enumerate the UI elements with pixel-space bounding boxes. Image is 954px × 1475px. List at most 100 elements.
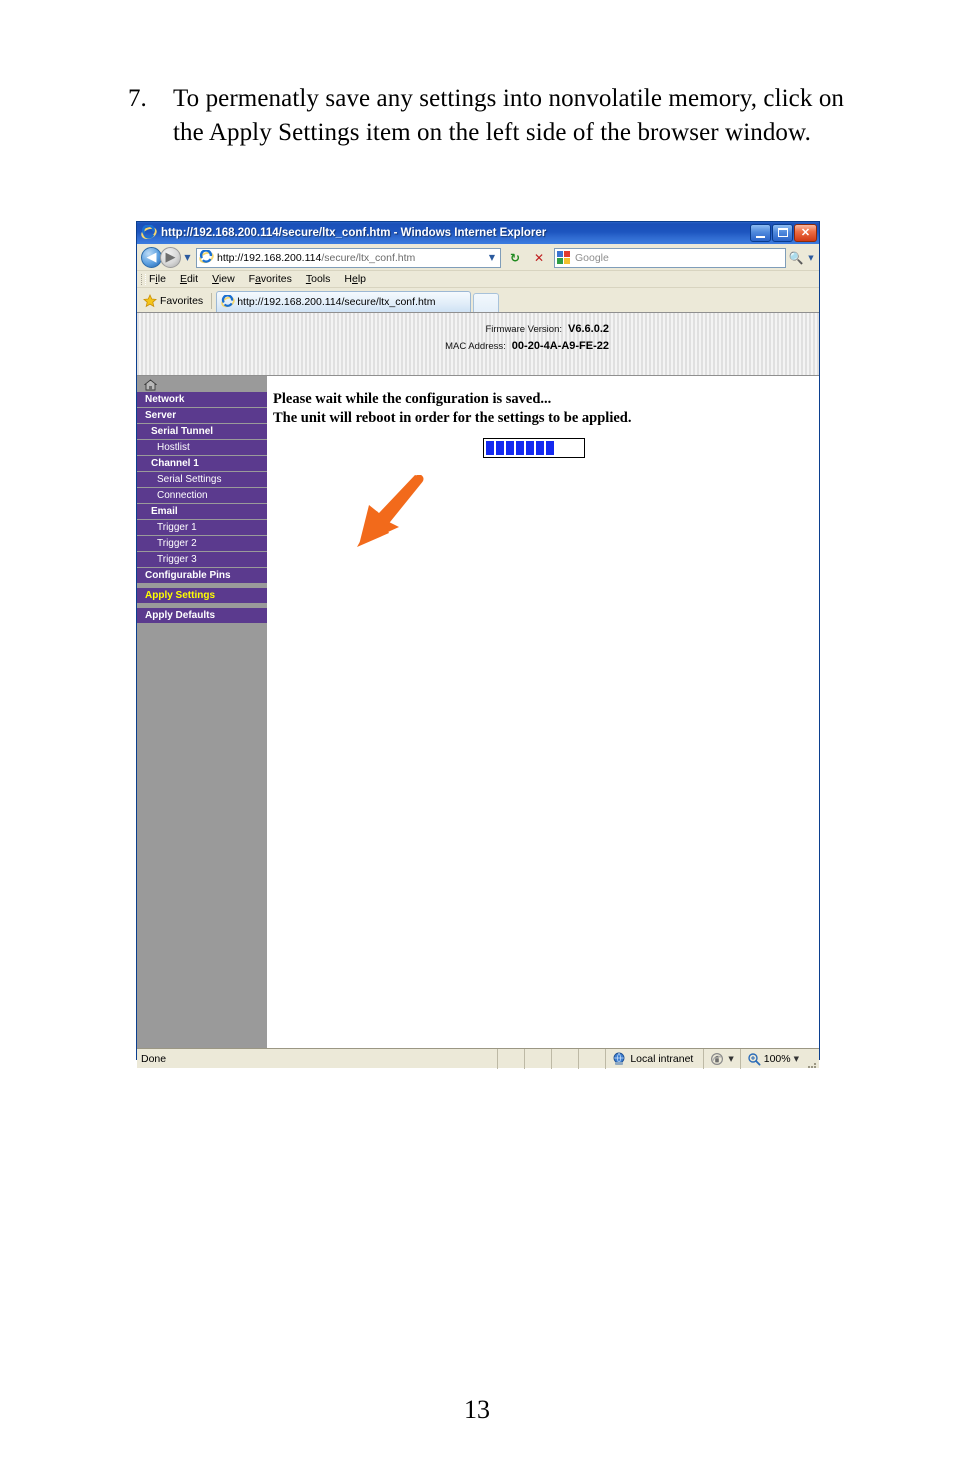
star-icon <box>143 293 157 308</box>
globe-icon <box>612 1052 626 1066</box>
maximize-button[interactable] <box>772 224 793 242</box>
progress-block <box>536 441 544 455</box>
progress-bar <box>483 438 585 458</box>
tab-label: http://192.168.200.114/secure/ltx_conf.h… <box>237 296 436 308</box>
search-input[interactable]: Google <box>554 247 786 268</box>
favorites-and-tab-bar: Favorites http://192.168.200.114/secure/… <box>137 288 819 312</box>
status-cell <box>578 1048 605 1069</box>
menu-item-view[interactable]: View <box>212 273 235 285</box>
progress-block <box>546 441 554 455</box>
sidebar-item-server[interactable]: Server <box>137 408 267 423</box>
zoom-indicator[interactable]: 100% ▼ <box>739 1048 805 1069</box>
address-input[interactable]: http://192.168.200.114/secure/ltx_conf.h… <box>196 247 501 268</box>
sidebar-item-label: Hostlist <box>157 442 190 453</box>
status-bar: Done Local intranet ▼ 100% ▼ <box>137 1048 819 1069</box>
sidebar-item-label: Trigger 2 <box>157 538 197 549</box>
progress-block <box>516 441 524 455</box>
menu-grip[interactable] <box>141 274 146 285</box>
sidebar-item-label: Serial Settings <box>157 474 222 485</box>
sidebar-item-label: Connection <box>157 490 208 501</box>
device-info-block: Firmware Version: V6.6.0.2 MAC Address: … <box>445 323 609 357</box>
device-header-band: Firmware Version: V6.6.0.2 MAC Address: … <box>137 313 819 376</box>
sidebar-item-channel-1[interactable]: Channel 1 <box>137 456 267 471</box>
google-icon <box>557 250 571 265</box>
status-cell <box>551 1048 578 1069</box>
chevron-down-icon[interactable]: ▼ <box>728 1055 733 1063</box>
chevron-down-icon[interactable]: ▼ <box>484 249 500 267</box>
zoom-level-label: 100% <box>763 1052 791 1065</box>
refresh-icon[interactable]: ↻ <box>504 247 526 269</box>
magnifier-icon[interactable]: 🔍 <box>786 248 806 268</box>
browser-tab[interactable]: http://192.168.200.114/secure/ltx_conf.h… <box>216 291 472 312</box>
chevron-down-icon[interactable]: ▼ <box>794 1055 799 1063</box>
mac-address-value: 00-20-4A-A9-FE-22 <box>511 340 609 352</box>
sidebar-item-label: Server <box>145 410 177 421</box>
favorites-button[interactable]: Favorites <box>143 291 211 310</box>
back-button[interactable]: ◀ <box>141 247 162 268</box>
progress-block <box>486 441 494 455</box>
page-viewport: Firmware Version: V6.6.0.2 MAC Address: … <box>137 312 819 1048</box>
internet-explorer-icon <box>199 249 214 265</box>
address-toolbar: ◀ ▶ ▼ http://192.168.200.114/secure/ltx_… <box>137 244 819 271</box>
favorites-label: Favorites <box>160 294 204 307</box>
sidebar-item-apply-settings[interactable]: Apply Settings <box>137 588 267 603</box>
menu-item-tools[interactable]: Tools <box>306 273 331 285</box>
home-icon <box>143 378 158 391</box>
menu-item-favorites[interactable]: Favorites <box>249 273 292 285</box>
device-sidebar: Network Server Serial Tunnel Hostlist Ch… <box>137 376 267 1048</box>
progress-block <box>526 441 534 455</box>
protected-mode-indicator[interactable]: ▼ <box>703 1048 739 1069</box>
window-title: http://192.168.200.114/secure/ltx_conf.h… <box>161 227 547 239</box>
sidebar-item-configurable-pins[interactable]: Configurable Pins <box>137 568 267 583</box>
menu-item-help[interactable]: Help <box>344 273 366 285</box>
address-text: http://192.168.200.114/secure/ltx_conf.h… <box>217 252 484 264</box>
sidebar-item-serial-settings[interactable]: Serial Settings <box>137 472 267 487</box>
status-cell <box>497 1048 524 1069</box>
history-dropdown-icon[interactable]: ▼ <box>181 253 194 262</box>
page-number: 13 <box>464 1395 490 1424</box>
stop-icon[interactable]: ✕ <box>528 247 550 269</box>
instruction-step: 7. To permenatly save any settings into … <box>128 82 858 150</box>
mac-address-row: MAC Address: 00-20-4A-A9-FE-22 <box>445 340 609 352</box>
search-placeholder: Google <box>575 251 609 264</box>
sidebar-item-hostlist[interactable]: Hostlist <box>137 440 267 455</box>
menu-item-file[interactable]: File <box>149 273 166 285</box>
status-message-line-2: The unit will reboot in order for the se… <box>273 410 632 426</box>
security-zone-label: Local intranet <box>630 1052 694 1065</box>
toolbar-divider <box>211 293 213 309</box>
sidebar-item-label: Trigger 3 <box>157 554 197 565</box>
sidebar-item-connection[interactable]: Connection <box>137 488 267 503</box>
sidebar-item-trigger-2[interactable]: Trigger 2 <box>137 536 267 551</box>
sidebar-item-label: Configurable Pins <box>145 570 231 581</box>
new-tab-button[interactable] <box>473 293 500 312</box>
sidebar-item-network[interactable]: Network <box>137 392 267 407</box>
sidebar-item-home[interactable] <box>137 376 267 392</box>
security-zone-indicator[interactable]: Local intranet <box>605 1048 703 1069</box>
address-host: http://192.168.200.114 <box>217 251 322 264</box>
menu-bar: File Edit View Favorites Tools Help <box>137 271 819 288</box>
resize-grip[interactable] <box>805 1049 819 1069</box>
status-cell <box>524 1048 551 1069</box>
internet-explorer-icon <box>141 225 157 241</box>
protected-mode-icon <box>710 1052 724 1066</box>
firmware-version-label: Firmware Version: <box>485 324 563 335</box>
firmware-version-row: Firmware Version: V6.6.0.2 <box>445 323 609 335</box>
sidebar-item-serial-tunnel[interactable]: Serial Tunnel <box>137 424 267 439</box>
sidebar-item-label: Serial Tunnel <box>151 426 214 437</box>
mac-address-label: MAC Address: <box>445 341 506 352</box>
minimize-button[interactable] <box>750 224 771 242</box>
step-text: To permenatly save any settings into non… <box>173 85 845 146</box>
firmware-version-value: V6.6.0.2 <box>568 323 609 335</box>
title-bar: http://192.168.200.114/secure/ltx_conf.h… <box>137 222 819 244</box>
sidebar-item-email[interactable]: Email <box>137 504 267 519</box>
search-provider-dropdown-icon[interactable]: ▼ <box>806 254 816 262</box>
sidebar-item-label: Channel 1 <box>151 458 199 469</box>
forward-button[interactable]: ▶ <box>160 247 181 268</box>
sidebar-item-trigger-1[interactable]: Trigger 1 <box>137 520 267 535</box>
menu-item-edit[interactable]: Edit <box>180 273 198 285</box>
sidebar-item-apply-defaults[interactable]: Apply Defaults <box>137 608 267 623</box>
progress-block <box>506 441 514 455</box>
close-button[interactable]: ✕ <box>794 224 817 242</box>
device-content-area: Please wait while the configuration is s… <box>267 376 819 1048</box>
sidebar-item-trigger-3[interactable]: Trigger 3 <box>137 552 267 567</box>
